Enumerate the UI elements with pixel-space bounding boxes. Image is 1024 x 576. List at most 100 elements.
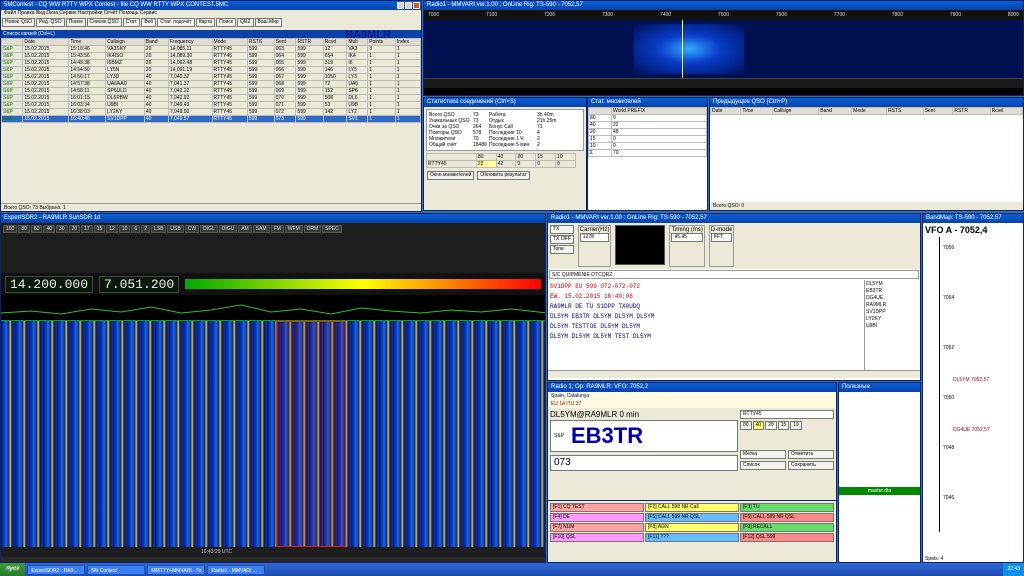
table-row[interactable]: S&P 15.02.2015 14:58:11 SP6ULD 40 7,042.22 RTT… bbox=[1, 87, 421, 95]
mode-button[interactable]: SPEC bbox=[322, 225, 342, 233]
bandmap-scale[interactable]: 7056 7054 7052 7050 7048 7046 DL5YM 7052,57 DG4… bbox=[923, 237, 1023, 532]
band-button[interactable]: 10 bbox=[118, 225, 131, 233]
mmvari-top-titlebar[interactable]: Radio1 - MMVARI ver.1.00 : OnLine Rig: T… bbox=[424, 1, 1023, 10]
spot-label[interactable]: DG4UE 7052,57 bbox=[953, 427, 990, 433]
stats-button[interactable]: Обновить результат bbox=[477, 171, 530, 180]
band-selector[interactable]: 40 bbox=[752, 421, 765, 430]
table-row[interactable]: S&P 15.02.2015 15:10:46 VA3SKY 20 14,085.11 RT… bbox=[1, 45, 421, 53]
mode-select[interactable]: RTTY45 bbox=[740, 410, 834, 419]
table-row[interactable]: S&P 15.02.2015 14:56:17 LY3D 40 7,040.32 RTTY4… bbox=[1, 73, 421, 81]
rx-carrier-field[interactable]: 1378 bbox=[579, 233, 610, 242]
band-button[interactable]: 160 bbox=[3, 225, 18, 233]
entry-button[interactable]: Список bbox=[740, 461, 786, 470]
band-selector[interactable]: 10 bbox=[790, 421, 802, 430]
fft-button[interactable]: FFT bbox=[710, 233, 733, 242]
band-button[interactable]: 12 bbox=[106, 225, 118, 233]
mode-button[interactable]: WFM bbox=[284, 225, 303, 233]
rx-filter-window[interactable] bbox=[276, 321, 346, 547]
stats-titlebar[interactable]: Статистика соединений (Ctrl+S) bbox=[424, 98, 586, 107]
table-row[interactable]: S&P 15.02.2015 14:57:38 UA6AAD 40 7,041.37 RTT… bbox=[1, 80, 421, 88]
macro-button[interactable]: [F6] CALL 599 NR QSL bbox=[740, 513, 834, 522]
table-row[interactable]: S&P 15.02.2015 15:43:56 IK4ISO 20 14,089.30 RT… bbox=[1, 52, 421, 60]
top-waterfall[interactable] bbox=[424, 20, 1023, 78]
call-entry[interactable]: DG4UE bbox=[866, 295, 917, 302]
mode-button[interactable]: DIGU bbox=[218, 225, 238, 233]
band-button[interactable]: 20 bbox=[68, 225, 81, 233]
sdr-spectrum[interactable] bbox=[1, 295, 545, 321]
mode-button[interactable]: FM bbox=[270, 225, 284, 233]
entry-button[interactable]: Сохранить bbox=[788, 461, 834, 470]
call-entry[interactable]: U9BI bbox=[866, 323, 917, 330]
toolbar-button[interactable]: Список QSO bbox=[86, 18, 122, 27]
table-row[interactable]: S&P 15.02.2015 16:40:46 SV1DPP 40 7,049.57 RTT… bbox=[1, 115, 421, 123]
spot-label[interactable]: DL5YM 7052,57 bbox=[953, 377, 989, 383]
band-button[interactable]: 2 bbox=[141, 225, 150, 233]
call-entry[interactable]: DL5YM bbox=[866, 281, 917, 288]
macro-field[interactable]: S/C QUIPMENIE OTCQRZ bbox=[549, 270, 919, 279]
band-button[interactable]: 40 bbox=[43, 225, 56, 233]
band-button[interactable]: 17 bbox=[81, 225, 93, 233]
number-field[interactable]: 073 bbox=[550, 455, 738, 471]
sdr-titlebar[interactable]: ExpertSDR2 - RA9MLR SunSDR 1d bbox=[1, 214, 545, 223]
macro-button[interactable]: [F9] RECALL bbox=[740, 523, 834, 532]
macro-button[interactable]: [F2] CALL 599 NR Call bbox=[645, 503, 739, 512]
tx-button[interactable]: TX bbox=[550, 225, 574, 234]
mmvari-titlebar[interactable]: Radio1 - MMVARI ver.1.00 : OnLine Rig: T… bbox=[548, 214, 920, 223]
mode-button[interactable]: SAM bbox=[252, 225, 270, 233]
minimize-button[interactable] bbox=[397, 2, 404, 9]
bandmap-titlebar[interactable]: BandMap: TS-590 - 7052,57 bbox=[923, 214, 1023, 223]
task-button[interactable]: MMTTY+MMVARI - Te... bbox=[147, 564, 206, 575]
table-row[interactable]: S&P 15.02.2015 16:38:03 LY2KY 40 7,049.50 RTTY… bbox=[1, 108, 421, 116]
toolbar-button[interactable]: Веб bbox=[141, 18, 157, 27]
macro-button[interactable]: [F8] AGN bbox=[645, 523, 739, 532]
table-row[interactable]: S&P 15.02.2015 14:54:50 LY5N 20 14,091.19 RTTY… bbox=[1, 66, 421, 74]
prev-qso-titlebar[interactable]: Предыдущие QSO (Ctrl+P) bbox=[710, 98, 1023, 107]
small-titlebar[interactable]: Полезные bbox=[839, 383, 920, 392]
close-button[interactable] bbox=[413, 2, 420, 9]
toolbar-button[interactable]: Новое QSO bbox=[2, 18, 36, 27]
call-entry[interactable]: RA9MLR bbox=[866, 302, 917, 309]
maximize-button[interactable] bbox=[405, 2, 412, 9]
toolbar-button[interactable]: Карта bbox=[195, 18, 216, 27]
macro-button[interactable]: [F1] CQ TEST bbox=[550, 503, 644, 512]
band-selector[interactable]: 80 bbox=[740, 421, 752, 430]
band-button[interactable]: 6 bbox=[131, 225, 141, 233]
task-button[interactable]: Radio1 - MMVARI ... bbox=[207, 564, 266, 575]
band-button[interactable]: 60 bbox=[30, 225, 43, 233]
table-row[interactable]: S&P 15.02.2015 16:01:15 DL6PBW 40 7,042.92 RTT… bbox=[1, 94, 421, 102]
macro-button[interactable]: [F11] ??? bbox=[645, 533, 739, 542]
table-row[interactable]: S&P 15.02.2015 16:03:34 U9BI 40 7,049.43 RTTY4… bbox=[1, 101, 421, 109]
toolbar-button[interactable]: Поиск bbox=[65, 18, 86, 27]
macro-button[interactable]: [F12] QSL 599 bbox=[740, 533, 834, 542]
entry-button[interactable]: Метка bbox=[740, 450, 786, 459]
task-button[interactable]: ExpertSDR2 - RA9... bbox=[27, 564, 86, 575]
band-button[interactable]: 15 bbox=[93, 225, 106, 233]
entry-titlebar[interactable]: Radio 1; Op: RA9MLR: VFO: 7052,2 bbox=[548, 383, 836, 392]
table-row[interactable]: S&P 15.02.2015 14:49:38 I6BMZ 20 14,092.48 RTT… bbox=[1, 59, 421, 67]
mode-button[interactable]: CW bbox=[184, 225, 200, 233]
macro-button[interactable]: [F3] TU bbox=[740, 503, 834, 512]
stats-button[interactable]: Окно множителей bbox=[427, 171, 475, 180]
toolbar-button[interactable]: Ваш.Мир bbox=[254, 18, 282, 27]
toolbar-button[interactable]: Стат. подсчёт bbox=[157, 18, 195, 27]
mode-button[interactable]: DIGL bbox=[200, 225, 218, 233]
tx-off-button[interactable]: TX OFF bbox=[550, 235, 574, 244]
vfo-b-frequency[interactable]: 7.051.200 bbox=[99, 275, 180, 293]
mode-button[interactable]: AM bbox=[238, 225, 252, 233]
sdr-waterfall[interactable] bbox=[1, 321, 545, 547]
toolbar-button[interactable]: Стат. bbox=[122, 18, 141, 27]
rx-text-area[interactable]: SV1DPP EU 599 072-072-072 EW. 15.02.2015 … bbox=[548, 280, 864, 370]
toolbar-button[interactable]: Ред. QSO bbox=[36, 18, 65, 27]
callsign-field[interactable]: EB3TR bbox=[567, 423, 643, 449]
band-selector[interactable]: 15 bbox=[777, 421, 790, 430]
call-entry[interactable]: SV1DPP bbox=[866, 309, 917, 316]
macro-button[interactable]: [F4] DE bbox=[550, 513, 644, 522]
vfo-a-frequency[interactable]: 14.200.000 bbox=[5, 275, 94, 293]
entry-button[interactable]: Отметить bbox=[788, 450, 834, 459]
mode-button[interactable]: LSB bbox=[150, 225, 167, 233]
baud-field[interactable]: 45.45 bbox=[671, 233, 703, 242]
tone-button[interactable]: Tone bbox=[550, 245, 574, 254]
toolbar-button[interactable]: Поиск bbox=[216, 18, 236, 27]
call-entry[interactable]: LY2KY bbox=[866, 316, 917, 323]
mode-button[interactable]: DRM bbox=[303, 225, 322, 233]
